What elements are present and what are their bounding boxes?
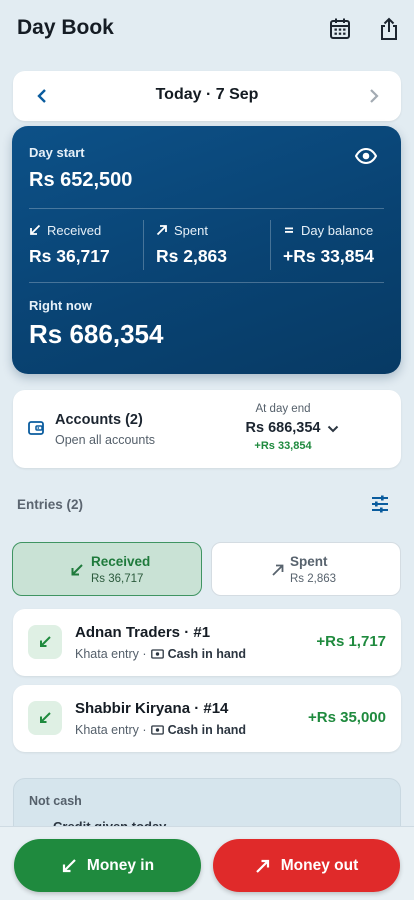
tab-amount: Rs 2,863 bbox=[290, 573, 337, 585]
tab-amount: Rs 36,717 bbox=[91, 573, 144, 585]
arrow-down-left-icon bbox=[28, 701, 62, 735]
accounts-title: Accounts (2) bbox=[55, 412, 143, 428]
entry-account: Cash in hand bbox=[167, 647, 247, 661]
money-out-button[interactable]: Money out bbox=[213, 839, 400, 892]
chevron-down-icon[interactable] bbox=[326, 422, 340, 436]
arrow-down-left-icon bbox=[69, 562, 85, 578]
bottom-action-bar: Money in Money out bbox=[0, 826, 414, 900]
tab-spent[interactable]: Spent Rs 2,863 bbox=[211, 542, 401, 596]
cash-icon bbox=[150, 649, 164, 659]
filter-icon[interactable] bbox=[370, 495, 392, 515]
arrow-up-right-icon bbox=[255, 859, 269, 873]
entry-meta: Khata entry · Cash in hand bbox=[75, 723, 246, 737]
calendar-icon[interactable] bbox=[326, 14, 354, 44]
accounts-card[interactable]: Accounts (2) Open all accounts At day en… bbox=[13, 390, 401, 468]
arrow-down-left-icon bbox=[30, 224, 41, 235]
entry-name: Shabbir Kiryana · #14 bbox=[75, 700, 229, 717]
arrow-up-right-icon bbox=[270, 562, 286, 578]
not-cash-title: Not cash bbox=[29, 794, 82, 808]
chevron-right-icon[interactable] bbox=[361, 83, 387, 109]
eye-icon[interactable] bbox=[354, 147, 381, 170]
share-icon[interactable] bbox=[375, 14, 403, 44]
day-balance-summary: Day balance +Rs 33,854 bbox=[283, 220, 374, 272]
equals-icon bbox=[285, 227, 293, 233]
arrow-up-right-icon bbox=[156, 225, 167, 236]
day-balance-label: Day balance bbox=[301, 222, 374, 238]
cash-icon bbox=[150, 725, 164, 735]
summary-separator bbox=[143, 220, 144, 270]
entry-amount: +Rs 35,000 bbox=[308, 709, 386, 726]
day-balance-value: +Rs 33,854 bbox=[283, 246, 374, 266]
summary-divider bbox=[29, 282, 384, 283]
arrow-down-left-icon bbox=[62, 858, 76, 872]
list-item[interactable]: Adnan Traders · #1 Khata entry · Cash in… bbox=[13, 609, 401, 676]
summary-separator bbox=[270, 220, 271, 270]
page-title: Day Book bbox=[17, 16, 114, 39]
current-date-label: Today · 7 Sep bbox=[155, 86, 259, 103]
entry-meta: Khata entry · Cash in hand bbox=[75, 647, 246, 661]
spent-value: Rs 2,863 bbox=[156, 246, 228, 266]
entry-type: Khata entry · bbox=[75, 647, 147, 661]
money-out-label: Money out bbox=[280, 856, 359, 874]
day-summary-card: Day start Rs 652,500 Received Rs 36,717 … bbox=[12, 126, 401, 374]
day-end-label: At day end bbox=[255, 403, 311, 415]
entry-amount: +Rs 1,717 bbox=[316, 633, 386, 650]
tab-received[interactable]: Received Rs 36,717 bbox=[12, 542, 202, 596]
summary-divider bbox=[29, 208, 384, 209]
entry-type: Khata entry · bbox=[75, 723, 147, 737]
received-value: Rs 36,717 bbox=[29, 246, 110, 266]
right-now-value: Rs 686,354 bbox=[29, 319, 164, 349]
list-item[interactable]: Shabbir Kiryana · #14 Khata entry · Cash… bbox=[13, 685, 401, 752]
entry-name: Adnan Traders · #1 bbox=[75, 624, 211, 641]
spent-summary: Spent Rs 2,863 bbox=[156, 220, 227, 272]
money-in-button[interactable]: Money in bbox=[14, 839, 201, 892]
entries-heading: Entries (2) bbox=[17, 497, 84, 512]
open-all-accounts-link[interactable]: Open all accounts bbox=[55, 433, 155, 447]
right-now-label: Right now bbox=[29, 298, 92, 313]
date-navigator: Today · 7 Sep bbox=[13, 71, 401, 121]
day-start-value: Rs 652,500 bbox=[29, 169, 133, 191]
arrow-down-left-icon bbox=[28, 625, 62, 659]
received-summary: Received Rs 36,717 bbox=[29, 220, 110, 272]
received-label: Received bbox=[47, 222, 102, 238]
entry-account: Cash in hand bbox=[167, 723, 247, 737]
day-end-change: +Rs 33,854 bbox=[254, 440, 312, 452]
tab-label: Received bbox=[91, 554, 151, 569]
wallet-icon bbox=[28, 420, 46, 438]
day-start-label: Day start bbox=[29, 145, 85, 160]
spent-label: Spent bbox=[174, 222, 208, 238]
money-in-label: Money in bbox=[86, 856, 155, 874]
tab-label: Spent bbox=[290, 554, 328, 569]
app-header: Day Book bbox=[0, 0, 414, 60]
